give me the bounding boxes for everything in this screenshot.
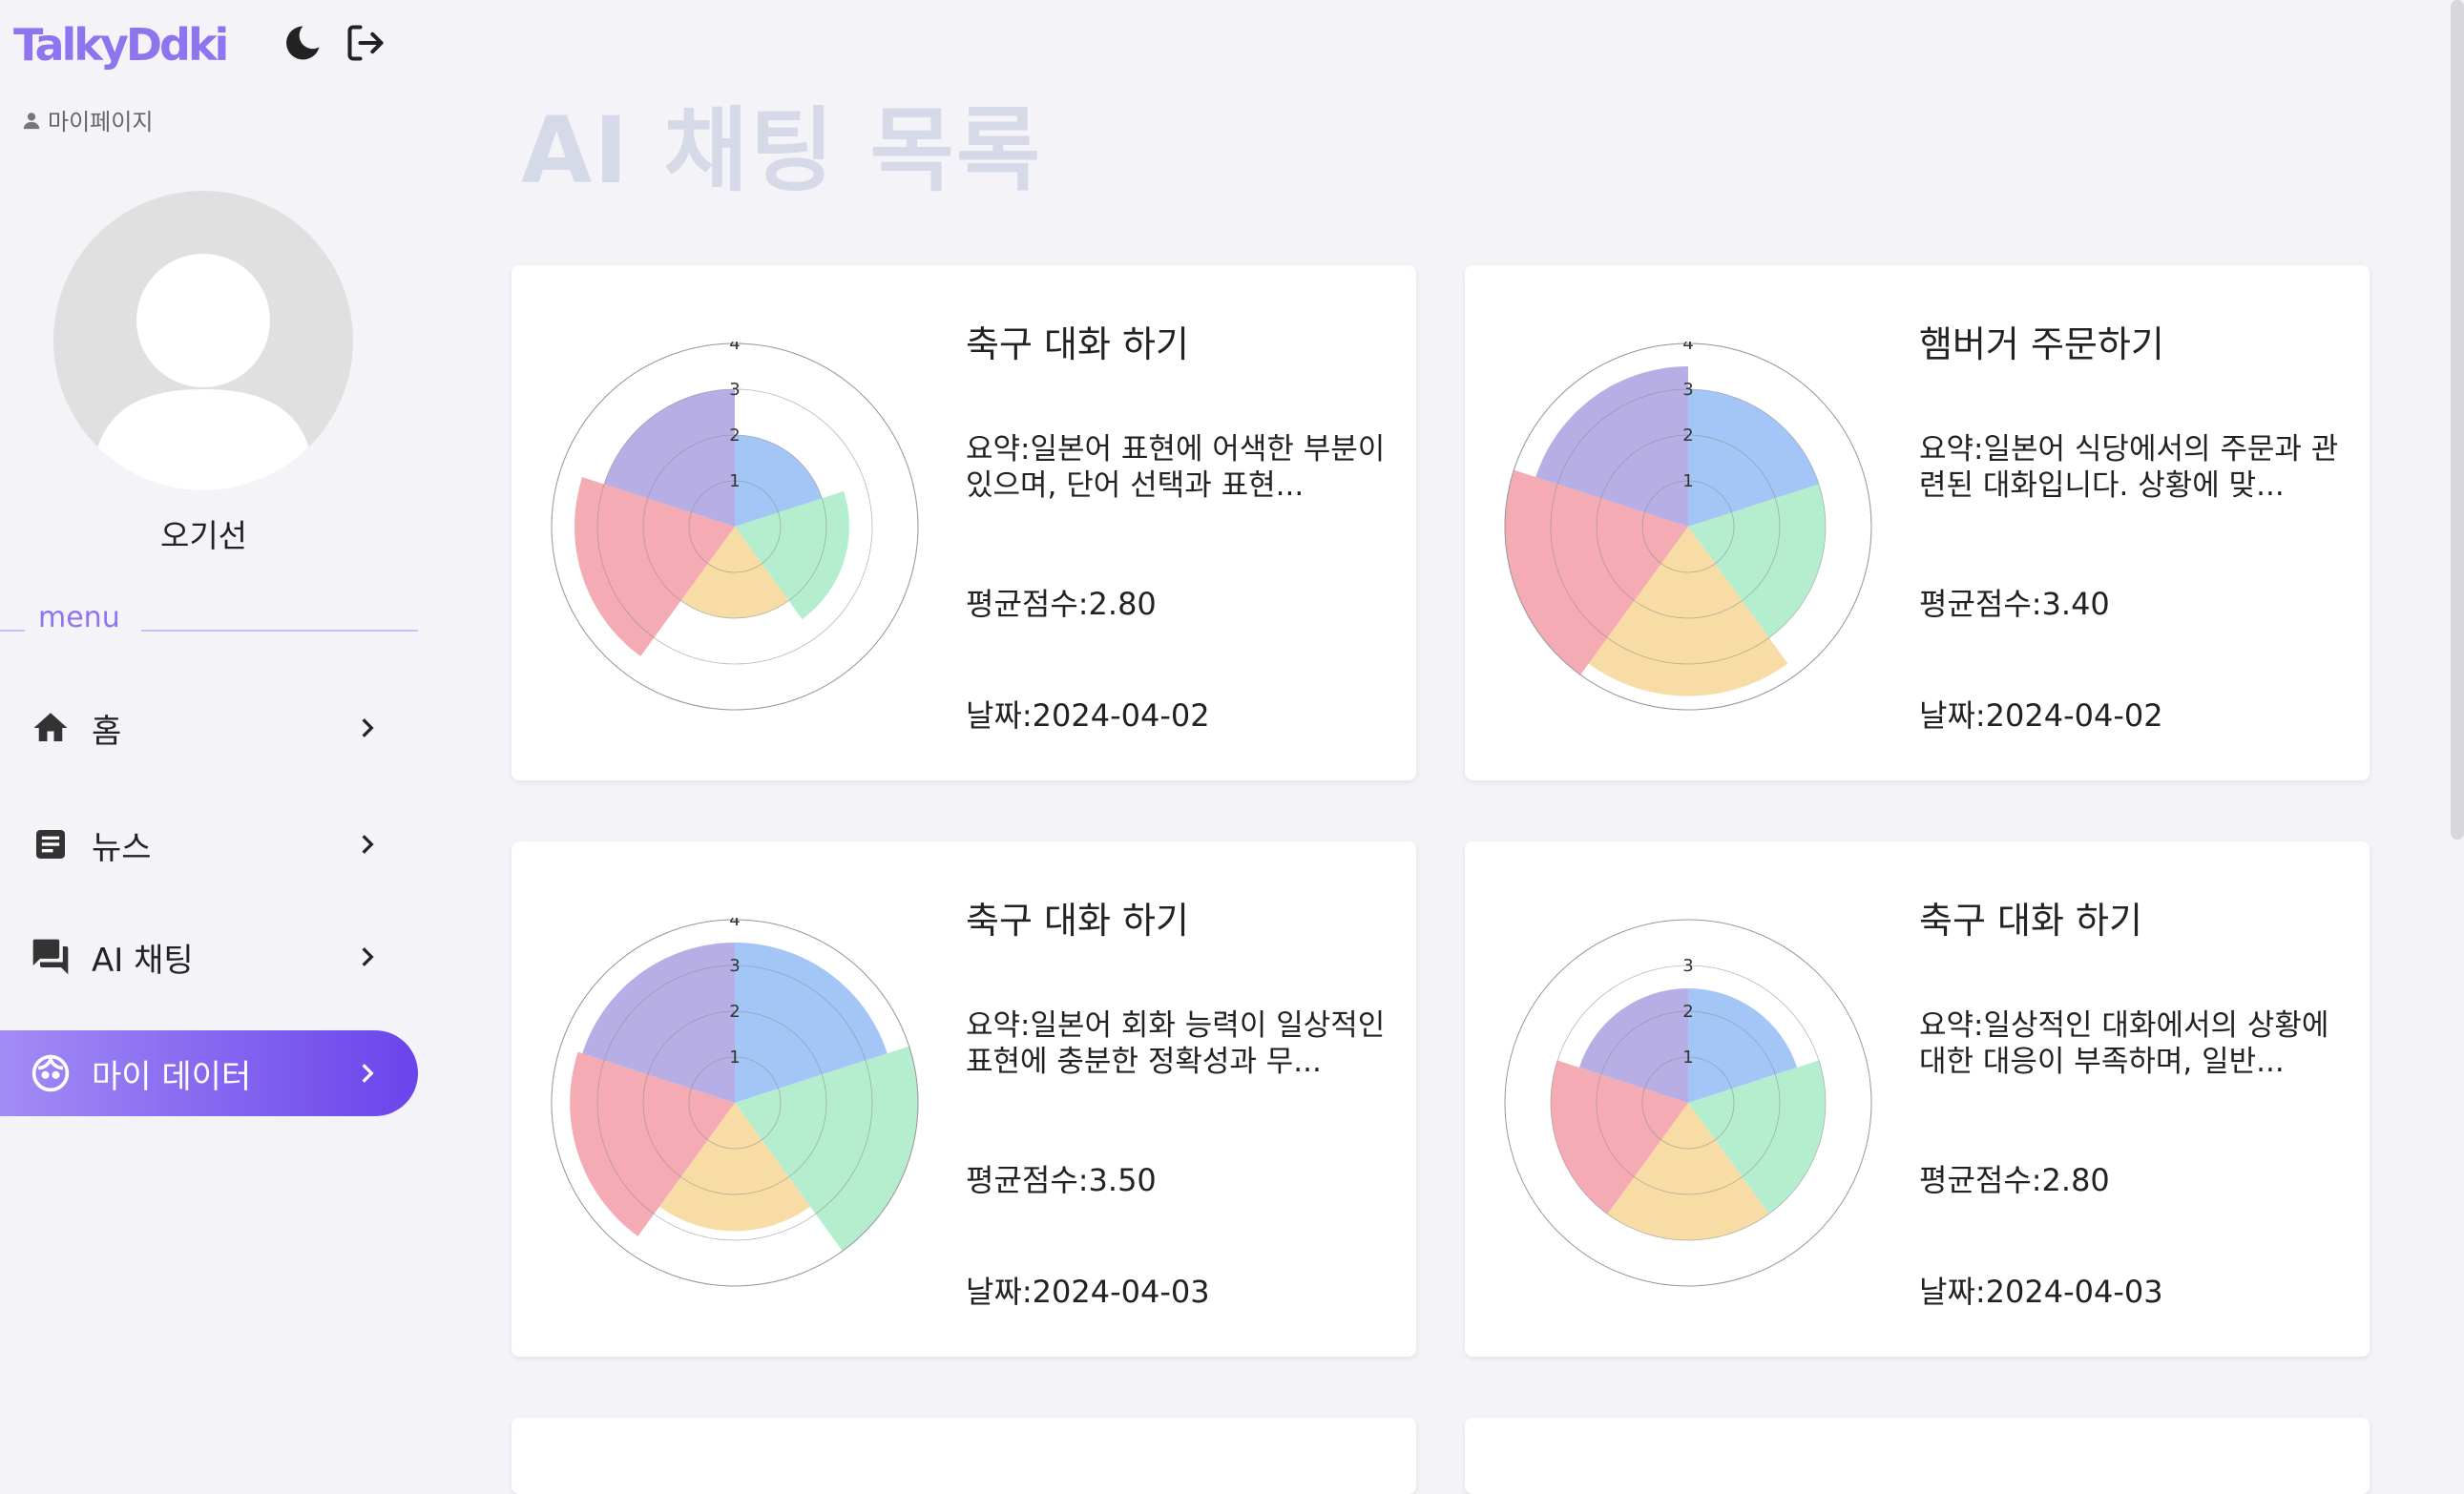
sidebar-item-label: 뉴스 [92,828,152,867]
chat-card[interactable] [512,1418,1416,1494]
sidebar-item-label: AI 채팅 [92,941,194,980]
chat-card[interactable]: 1 2 3 4 햄버거 주문하기 요약:일본어 식당에서의 주문과 관련된 대화입니다… [1465,265,2370,780]
card-score: 평균점수:3.50 [966,1162,1157,1198]
card-date: 날짜:2024-04-02 [966,697,1210,734]
radial-tick-label: 4 [1682,342,1693,354]
card-score: 평균점수:3.40 [1919,586,2110,622]
card-score: 평균점수:2.80 [966,586,1157,622]
score-radar-chart: 1 2 3 4 [1504,342,1872,711]
username: 오기선 [159,517,248,554]
radial-tick-label: 2 [1682,425,1693,446]
card-title: 축구 대화 하기 [966,900,1189,942]
radial-tick-label: 2 [1682,1002,1693,1022]
chat-card[interactable]: 1 2 3 축구 대화 하기 요약:일상적인 대화에서의 상황에 대한 대응이 부족… [1465,841,2370,1357]
radial-tick-label: 2 [729,425,740,446]
score-radar-chart: 1 2 3 [1504,919,1872,1287]
sidebar-item-ai-chat[interactable]: AI 채팅 [0,914,418,1000]
radial-tick-label: 3 [729,380,740,400]
user-icon [23,112,40,129]
mypage-label: 마이페이지 [48,109,154,135]
mypage-link[interactable]: 마이페이지 [21,103,153,136]
radial-tick-label: 1 [729,471,740,491]
radial-tick-label: 2 [729,1002,740,1022]
card-summary: 요약:일본어 표현에 어색한 부분이 있으며, 단어 선택과 표현... [966,432,1386,503]
radial-tick-label: 1 [1682,1048,1693,1068]
score-radar-chart: 1 2 3 4 [551,342,919,711]
card-summary: 요약:일본어 회화 능력이 일상적인 표현에 충분한 정확성과 무... [966,1008,1386,1079]
face-icon [29,1051,73,1095]
page-title: AI 채팅 목록 [521,97,1043,204]
chat-card[interactable]: 1 2 3 4 축구 대화 하기 요약:일본어 표현에 어색한 부분이 있으며, 단어… [512,265,1416,780]
sidebar: TalkyDdki 마이페이지 오기선 menu 홈 뉴스 AI 채팅 마이 데… [0,0,429,1465]
card-title: 햄버거 주문하기 [1919,323,2164,365]
card-title: 축구 대화 하기 [966,323,1189,365]
radial-tick-label: 4 [729,918,740,930]
card-summary: 요약:일본어 식당에서의 주문과 관련된 대화입니다. 상황에 맞... [1919,432,2339,503]
radial-tick-label: 3 [729,956,740,976]
menu-divider [0,630,25,632]
chat-card[interactable]: 1 2 3 4 축구 대화 하기 요약:일본어 회화 능력이 일상적인 표현에 충분한… [512,841,1416,1357]
moon-icon[interactable] [277,17,328,69]
card-title: 축구 대화 하기 [1919,900,2142,942]
sidebar-item-label: 홈 [92,712,122,751]
app-logo[interactable]: TalkyDdki [13,19,229,71]
radial-tick-label: 4 [729,342,740,354]
card-date: 날짜:2024-04-02 [1919,697,2163,734]
news-icon [29,822,73,866]
logout-icon[interactable] [340,17,391,69]
radial-tick-label: 3 [1682,956,1693,976]
radial-tick-label: 1 [729,1048,740,1068]
radial-tick-label: 1 [1682,471,1693,491]
chat-icon [29,935,73,979]
chevron-right-icon [353,714,382,742]
sidebar-item-my-data[interactable]: 마이 데이터 [0,1030,418,1116]
scrollbar[interactable] [2451,0,2464,840]
card-date: 날짜:2024-04-03 [1919,1274,2163,1310]
avatar [53,191,353,490]
score-radar-chart: 1 2 3 4 [551,918,919,1287]
home-icon [29,706,73,750]
card-date: 날짜:2024-04-03 [966,1274,1210,1310]
radial-tick-label: 3 [1682,380,1693,400]
sidebar-item-label: 마이 데이터 [92,1057,252,1096]
chevron-right-icon [353,830,382,859]
sidebar-item-news[interactable]: 뉴스 [0,801,418,887]
menu-label: menu [38,601,120,634]
sidebar-item-home[interactable]: 홈 [0,685,418,771]
chevron-right-icon [353,1059,382,1088]
card-summary: 요약:일상적인 대화에서의 상황에 대한 대응이 부족하며, 일반... [1919,1008,2329,1079]
chat-card[interactable] [1465,1418,2370,1494]
chevron-right-icon [353,943,382,971]
card-score: 평균점수:2.80 [1919,1162,2110,1198]
menu-divider [141,630,418,632]
